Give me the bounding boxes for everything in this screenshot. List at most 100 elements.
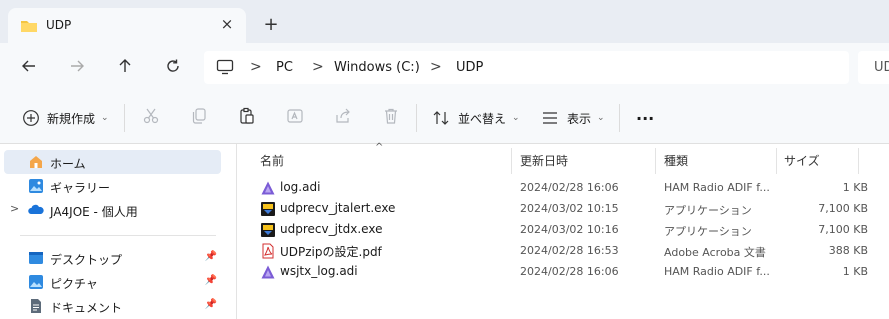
navigation-pane: ホーム ギャラリー > JA4JOE - 個人用 デスクトップ 📌 ピクチャ 📌… <box>0 144 237 319</box>
sidebar-divider <box>20 235 216 236</box>
refresh-icon[interactable] <box>164 57 184 77</box>
new-tab-button[interactable]: + <box>262 16 280 34</box>
exe-file-icon <box>260 222 276 238</box>
pictures-icon <box>28 274 44 290</box>
chevron-down-icon: ⌄ <box>101 113 109 123</box>
file-size: 7,100 KB <box>818 223 868 236</box>
file-type: アプリケーション <box>664 225 752 238</box>
sidebar-item-gallery[interactable]: ギャラリー <box>4 174 221 198</box>
command-bar: 新規作成 ⌄ 並べ替え ⌄ 表示 ⌄ ... <box>0 92 889 144</box>
file-name: udprecv_jtdx.exe <box>280 222 383 236</box>
adif-file-icon <box>260 264 276 280</box>
sidebar-item-pictures[interactable]: ピクチャ 📌 <box>4 270 221 294</box>
breadcrumb-windows-c[interactable]: Windows (C:) <box>334 60 420 75</box>
view-list-icon <box>543 112 557 124</box>
file-size: 1 KB <box>842 181 868 194</box>
file-name: UDPzipの設定.pdf <box>280 245 382 259</box>
copy-icon[interactable] <box>190 107 210 127</box>
chevron-right-icon[interactable]: > <box>10 202 19 215</box>
paste-icon[interactable] <box>238 107 258 127</box>
adif-file-icon <box>260 180 276 196</box>
column-header-size[interactable]: サイズ <box>784 152 820 169</box>
file-size: 388 KB <box>828 244 868 257</box>
chevron-down-icon: ⌄ <box>597 113 605 123</box>
pin-icon[interactable]: 📌 <box>205 251 217 262</box>
file-modified: 2024/02/28 16:06 <box>520 181 619 194</box>
breadcrumb-separator-icon: > <box>430 59 442 75</box>
file-size: 1 KB <box>842 265 868 278</box>
file-type: Adobe Acroba 文書 <box>664 246 766 259</box>
new-button-label: 新規作成 <box>47 111 96 126</box>
file-type: アプリケーション <box>664 204 752 217</box>
rename-icon[interactable] <box>286 107 306 127</box>
file-modified: 2024/03/02 10:15 <box>520 202 619 215</box>
delete-icon[interactable] <box>382 107 402 127</box>
file-name: udprecv_jtalert.exe <box>280 201 396 215</box>
file-row[interactable]: log.adi 2024/02/28 16:06 HAM Radio ADIF … <box>250 177 880 198</box>
file-row[interactable]: UDPzipの設定.pdf 2024/02/28 16:53 Adobe Acr… <box>250 240 880 261</box>
file-row[interactable]: udprecv_jtalert.exe 2024/03/02 10:15 アプリ… <box>250 198 880 219</box>
sidebar-item-documents[interactable]: ドキュメント 📌 <box>4 294 221 318</box>
file-size: 7,100 KB <box>818 202 868 215</box>
tab-strip: UDP × + <box>0 0 889 43</box>
up-arrow-icon[interactable] <box>116 57 136 77</box>
plus-circle-icon <box>23 110 39 126</box>
file-name: wsjtx_log.adi <box>280 264 358 278</box>
sort-icon <box>433 111 449 125</box>
gallery-icon <box>28 178 44 194</box>
sort-button[interactable]: 並べ替え ⌄ <box>432 108 520 128</box>
pin-icon[interactable]: 📌 <box>205 275 217 286</box>
tab-udp[interactable]: UDP × <box>8 8 246 43</box>
sidebar-item-label: ギャラリー <box>50 181 111 195</box>
view-button[interactable]: 表示 ⌄ <box>541 108 605 128</box>
folder-icon <box>20 19 38 36</box>
file-modified: 2024/03/02 10:16 <box>520 223 619 236</box>
sidebar-item-onedrive[interactable]: > JA4JOE - 個人用 <box>4 198 221 222</box>
share-icon[interactable] <box>334 107 354 127</box>
address-bar[interactable]: > PC > Windows (C:) > UDP <box>204 51 849 84</box>
sidebar-item-home[interactable]: ホーム <box>4 150 221 174</box>
pc-icon <box>216 59 234 78</box>
close-tab-icon[interactable]: × <box>218 15 236 33</box>
file-row[interactable]: wsjtx_log.adi 2024/02/28 16:06 HAM Radio… <box>250 261 880 282</box>
breadcrumb-pc[interactable]: PC <box>276 60 293 75</box>
pin-icon[interactable]: 📌 <box>205 299 217 310</box>
sidebar-item-label: ホーム <box>50 157 86 171</box>
file-modified: 2024/02/28 16:53 <box>520 244 619 257</box>
file-modified: 2024/02/28 16:06 <box>520 265 619 278</box>
sidebar-item-desktop[interactable]: デスクトップ 📌 <box>4 246 221 270</box>
sidebar-item-label: ピクチャ <box>50 277 98 291</box>
file-type: HAM Radio ADIF f... <box>664 265 770 278</box>
more-options-button[interactable]: ... <box>636 104 654 124</box>
new-button[interactable]: 新規作成 ⌄ <box>22 108 109 128</box>
sidebar-item-label: デスクトップ <box>50 253 123 267</box>
column-divider[interactable] <box>655 148 656 174</box>
onedrive-icon <box>28 202 44 218</box>
navigation-bar: > PC > Windows (C:) > UDP UD <box>0 43 889 92</box>
home-icon <box>28 154 44 170</box>
column-header-name[interactable]: 名前 <box>260 152 284 169</box>
file-name: log.adi <box>280 180 321 194</box>
tab-title: UDP <box>46 18 72 32</box>
breadcrumb-separator-icon: > <box>250 59 262 75</box>
search-input[interactable]: UD <box>858 51 889 84</box>
desktop-icon <box>28 250 44 266</box>
column-header-modified[interactable]: 更新日時 <box>520 152 568 169</box>
column-divider[interactable] <box>776 148 777 174</box>
sidebar-item-label: ドキュメント <box>50 301 123 315</box>
toolbar-divider <box>124 104 125 132</box>
column-divider[interactable] <box>511 148 512 174</box>
cut-icon[interactable] <box>142 107 162 127</box>
sort-up-icon: ^ <box>375 142 384 153</box>
exe-file-icon <box>260 201 276 217</box>
sort-button-label: 並べ替え <box>458 111 507 126</box>
back-arrow-icon[interactable] <box>20 57 40 77</box>
file-row[interactable]: udprecv_jtdx.exe 2024/03/02 10:16 アプリケーシ… <box>250 219 880 240</box>
toolbar-divider <box>416 104 417 132</box>
file-type: HAM Radio ADIF f... <box>664 181 770 194</box>
file-list: ^ 名前 更新日時 種類 サイズ log.adi 2024/02/28 16:0… <box>238 142 889 319</box>
breadcrumb-udp[interactable]: UDP <box>456 60 483 75</box>
column-divider[interactable] <box>858 148 859 174</box>
column-header-type[interactable]: 種類 <box>664 152 688 169</box>
forward-arrow-icon[interactable] <box>68 57 88 77</box>
